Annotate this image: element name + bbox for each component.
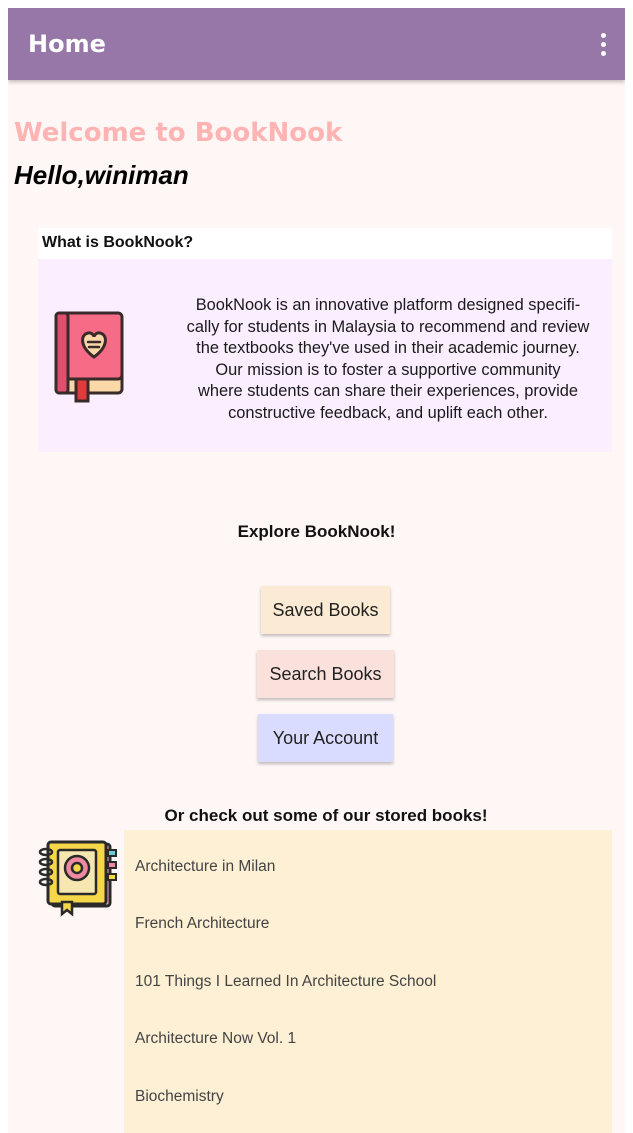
more-vert-icon[interactable] [591, 24, 615, 64]
about-card: What is BookNook? BookNook is an innovat… [38, 228, 612, 452]
book-list-item[interactable]: Biochemistry [135, 1088, 224, 1106]
flower-notebook-icon [38, 840, 117, 917]
explore-heading: Explore BookNook! [237, 522, 396, 541]
greeting-text: Hello,winiman [14, 160, 189, 190]
stored-books-list: Architecture in Milan French Architectur… [124, 830, 612, 1133]
about-body: BookNook is an innovative platform desig… [38, 259, 612, 452]
book-list-item[interactable]: 101 Things I Learned In Architecture Sch… [135, 973, 436, 991]
book-list-item[interactable]: Architecture Now Vol. 1 [135, 1030, 296, 1048]
about-line: where students can share their experienc… [198, 382, 578, 400]
about-line: Our mission is to foster a supportive co… [215, 360, 561, 379]
about-line: constructive feedback, and uplift each o… [228, 403, 548, 422]
saved-books-button[interactable]: Saved Books [261, 586, 390, 634]
about-line: the textbooks they've used in their acad… [196, 339, 580, 357]
about-description: BookNook is an innovative platform desig… [162, 295, 614, 424]
search-books-button[interactable]: Search Books [257, 650, 394, 698]
about-line: cally for students in Malaysia to recomm… [186, 317, 590, 336]
about-heading: What is BookNook? [38, 228, 612, 259]
app-bar-title: Home [28, 30, 106, 58]
your-account-button[interactable]: Your Account [258, 714, 393, 762]
home-screen: Home Welcome to BookNook Hello,winiman W… [8, 8, 625, 1133]
book-list-item[interactable]: Architecture in Milan [135, 858, 275, 876]
welcome-title: Welcome to BookNook [14, 118, 343, 148]
stored-books-heading: Or check out some of our stored books! [164, 806, 488, 825]
book-list-item[interactable]: French Architecture [135, 915, 269, 933]
app-bar: Home [8, 8, 625, 80]
heart-book-icon [54, 311, 124, 403]
about-line: BookNook is an innovative platform desig… [195, 296, 581, 314]
